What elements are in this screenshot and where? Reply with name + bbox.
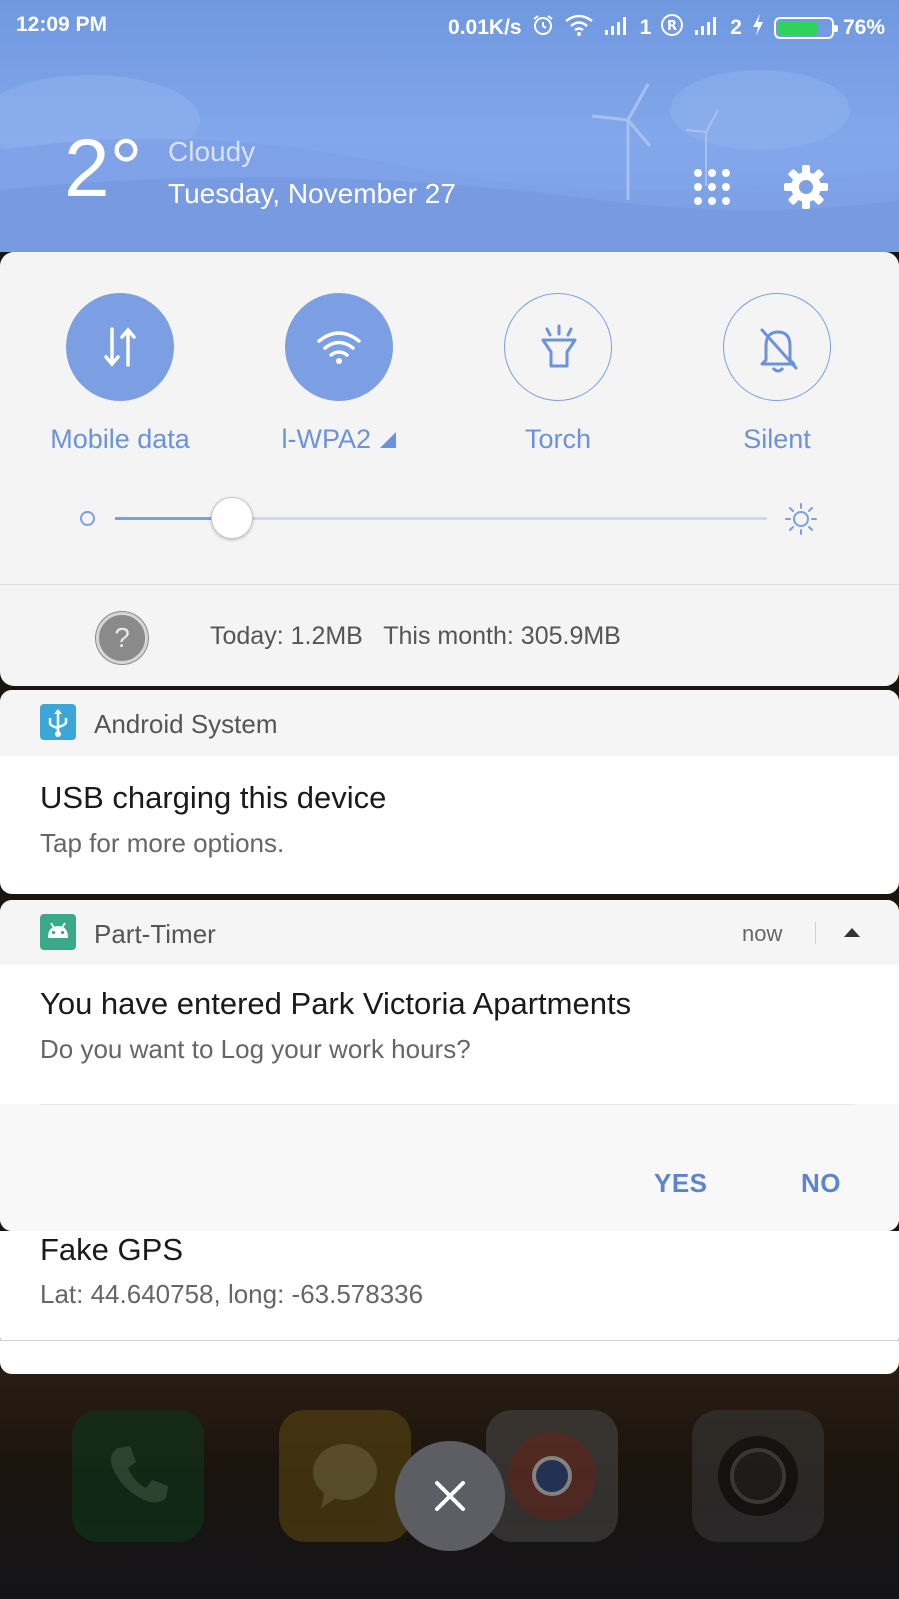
notification-fake-gps[interactable]: Fake GPS Lat: 44.640758, long: -63.57833… <box>0 1231 899 1349</box>
notification-part-timer[interactable]: Part-Timer now You have entered Park Vic… <box>0 900 899 1231</box>
wifi-dropdown-icon <box>379 432 396 448</box>
torch-label: Torch <box>524 424 592 454</box>
svg-text:R: R <box>667 19 677 34</box>
notification-title: USB charging this device <box>40 780 387 815</box>
apps-grid-icon[interactable] <box>690 165 734 209</box>
no-button[interactable]: NO <box>801 1168 841 1199</box>
torch-icon <box>541 324 577 368</box>
battery-icon <box>773 17 838 39</box>
weather-condition: Cloudy <box>168 136 256 167</box>
wifi-icon <box>564 13 594 43</box>
notification-stack-edge <box>0 1340 899 1374</box>
data-usage-text[interactable]: Today: 1.2MB This month: 305.9MB <box>210 622 621 651</box>
notification-text: Lat: 44.640758, long: -63.578336 <box>40 1279 424 1309</box>
notification-time: now <box>742 921 783 946</box>
notification-shade-header: 12:09 PM 0.01K/s 1 R 2 76% 2° Cloudy Tue… <box>0 0 899 252</box>
status-bar: 12:09 PM 0.01K/s 1 R 2 76% <box>0 0 899 52</box>
status-time: 12:09 PM <box>16 13 108 36</box>
wifi-toggle[interactable] <box>285 293 393 401</box>
notification-text: Tap for more options. <box>40 828 285 858</box>
brightness-high-icon <box>784 502 818 541</box>
charging-icon <box>751 13 765 43</box>
sim1-label: 1 <box>639 16 652 39</box>
notification-title: You have entered Park Victoria Apartment… <box>40 986 632 1021</box>
network-speed: 0.01K/s <box>448 16 522 39</box>
notification-android-system[interactable]: Android System USB charging this device … <box>0 690 899 894</box>
sim2-label: 2 <box>730 16 742 39</box>
chrome-app-icon[interactable] <box>486 1410 618 1542</box>
torch-toggle[interactable] <box>504 293 612 401</box>
silent-label: Silent <box>743 424 811 454</box>
silent-bell-icon <box>760 328 798 373</box>
weather-date: Tuesday, November 27 <box>168 178 456 209</box>
notification-app-name: Part-Timer <box>94 919 216 949</box>
collapse-chevron-up-icon[interactable] <box>836 917 868 949</box>
header-separator <box>815 922 816 944</box>
weather-temperature[interactable]: 2° <box>64 128 142 210</box>
android-icon <box>40 914 76 950</box>
wifi-icon <box>317 331 361 364</box>
clear-notifications-button[interactable] <box>395 1441 505 1551</box>
messages-app-icon[interactable] <box>279 1410 411 1542</box>
phone-app-icon[interactable] <box>72 1410 204 1542</box>
notification-text: Do you want to Log your work hours? <box>40 1034 471 1064</box>
notification-actions <box>0 1104 899 1231</box>
roaming-icon: R <box>660 13 684 43</box>
quick-settings-divider <box>0 584 899 585</box>
silent-toggle[interactable] <box>723 293 831 401</box>
signal-icon <box>603 14 631 42</box>
settings-gear-icon[interactable] <box>782 163 830 211</box>
alarm-icon <box>531 13 555 43</box>
mobile-data-icon <box>104 327 136 367</box>
actions-divider <box>40 1104 855 1105</box>
close-icon <box>435 1481 465 1511</box>
mobile-data-toggle[interactable] <box>66 293 174 401</box>
usb-icon <box>40 704 76 740</box>
camera-app-icon[interactable] <box>692 1410 824 1542</box>
signal-icon <box>693 14 721 42</box>
data-usage-help-icon[interactable]: ? <box>96 612 148 664</box>
wifi-network-label[interactable]: l-WPA2 <box>229 424 449 455</box>
brightness-low-icon <box>80 511 95 526</box>
notification-app-name: Android System <box>94 709 278 739</box>
notification-title: Fake GPS <box>40 1232 183 1267</box>
yes-button[interactable]: YES <box>654 1168 708 1199</box>
mobile-data-label: Mobile data <box>50 424 190 454</box>
battery-percent: 76% <box>842 16 885 39</box>
